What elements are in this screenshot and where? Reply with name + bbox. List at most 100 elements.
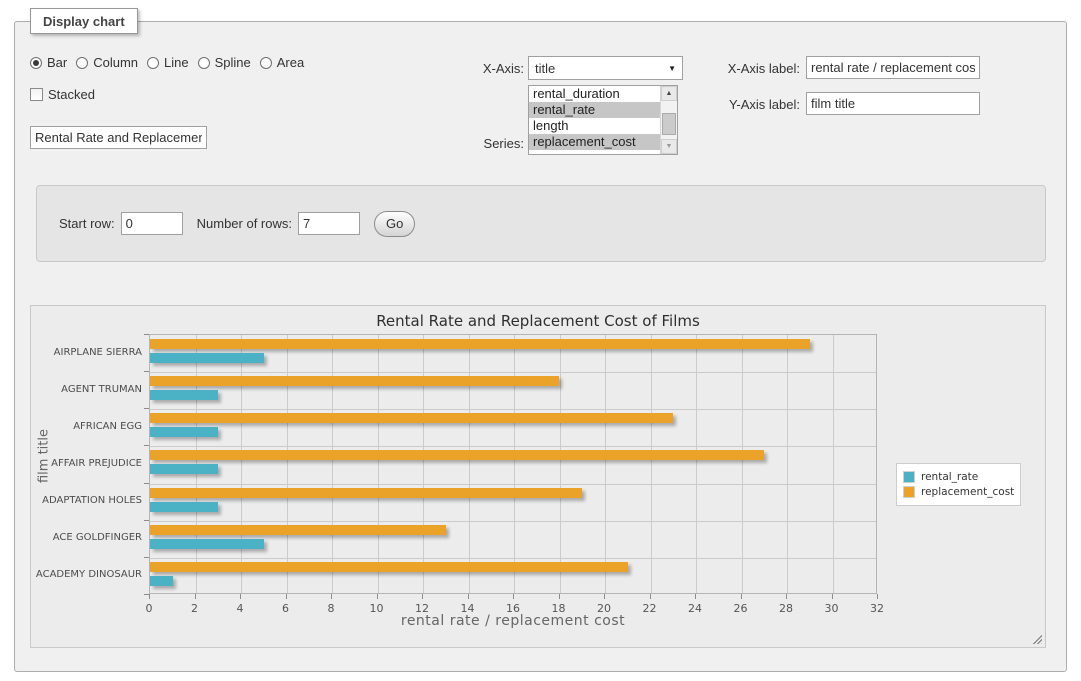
bar-replacement_cost [150, 376, 559, 386]
go-button[interactable]: Go [374, 211, 415, 237]
legend-item-replacement_cost: replacement_cost [903, 486, 1014, 498]
vertical-gridline [423, 335, 424, 593]
x-tick-label: 20 [589, 602, 619, 615]
num-rows-input[interactable] [298, 212, 360, 235]
x-axis-tick [195, 594, 196, 599]
chart-container: Rental Rate and Replacement Cost of Film… [30, 305, 1046, 648]
radio-line[interactable]: Line [147, 55, 189, 70]
x-axis-tick [832, 594, 833, 599]
horizontal-gridline [150, 446, 876, 447]
x-tick-label: 16 [498, 602, 528, 615]
horizontal-gridline [150, 558, 876, 559]
bar-replacement_cost [150, 339, 810, 349]
vertical-gridline [378, 335, 379, 593]
chart-type-radio-group: Bar Column Line Spline Area [30, 55, 313, 70]
rows-panel: Start row: Number of rows: Go [36, 185, 1046, 262]
series-listbox[interactable]: rental_durationrental_ratelengthreplacem… [528, 85, 678, 155]
category-label: AFFAIR PREJUDICE [31, 458, 142, 470]
vertical-gridline [742, 335, 743, 593]
y-axis-caption-input[interactable] [806, 92, 980, 115]
x-tick-label: 10 [362, 602, 392, 615]
x-tick-label: 12 [407, 602, 437, 615]
x-axis-label: X-Axis: [424, 61, 524, 76]
bar-rental_rate [150, 464, 218, 474]
y-axis-tick [144, 557, 149, 558]
x-axis-tick [877, 594, 878, 599]
bar-rental_rate [150, 353, 264, 363]
bar-replacement_cost [150, 413, 673, 423]
legend-swatch-icon [903, 471, 915, 483]
bar-rental_rate [150, 502, 218, 512]
x-axis-tick [240, 594, 241, 599]
bar-replacement_cost [150, 450, 764, 460]
radio-area[interactable]: Area [260, 55, 304, 70]
y-axis-tick [144, 408, 149, 409]
scroll-down-icon[interactable]: ▼ [661, 139, 677, 154]
stacked-checkbox[interactable] [30, 88, 43, 101]
resize-grip-icon[interactable] [1031, 633, 1042, 644]
legend-label: replacement_cost [921, 486, 1014, 498]
series-option-rental_rate[interactable]: rental_rate [529, 102, 660, 118]
vertical-gridline [651, 335, 652, 593]
scrollbar-thumb[interactable] [662, 113, 676, 135]
x-axis-tick [650, 594, 651, 599]
horizontal-gridline [150, 372, 876, 373]
chevron-down-icon: ▼ [668, 64, 676, 73]
chart-title: Rental Rate and Replacement Cost of Film… [31, 312, 1045, 330]
vertical-gridline [287, 335, 288, 593]
series-label: Series: [424, 136, 524, 151]
chart-y-axis-title: film title [37, 429, 52, 483]
x-axis-select[interactable]: title ▼ [528, 56, 683, 80]
x-axis-tick [695, 594, 696, 599]
x-tick-label: 0 [134, 602, 164, 615]
category-label: ACADEMY DINOSAUR [31, 569, 142, 581]
vertical-gridline [469, 335, 470, 593]
radio-bar[interactable]: Bar [30, 55, 67, 70]
category-label: AFRICAN EGG [31, 421, 142, 433]
x-axis-tick [149, 594, 150, 599]
horizontal-gridline [150, 409, 876, 410]
radio-label: Area [277, 55, 304, 70]
stacked-label: Stacked [48, 87, 95, 102]
x-axis-tick [559, 594, 560, 599]
x-tick-label: 18 [544, 602, 574, 615]
category-label: ACE GOLDFINGER [31, 532, 142, 544]
series-option-length[interactable]: length [529, 118, 660, 134]
category-label: ADAPTATION HOLES [31, 495, 142, 507]
series-option-rental_duration[interactable]: rental_duration [529, 86, 660, 102]
chart-title-input[interactable] [30, 126, 207, 149]
fieldset-legend: Display chart [30, 8, 138, 34]
scroll-up-icon[interactable]: ▲ [661, 86, 677, 101]
listbox-scrollbar[interactable]: ▲ ▼ [660, 86, 677, 154]
bar-replacement_cost [150, 488, 582, 498]
x-axis-tick [377, 594, 378, 599]
bar-rental_rate [150, 390, 218, 400]
legend-label: rental_rate [921, 471, 978, 483]
radio-circle-icon [30, 57, 42, 69]
x-axis-tick [741, 594, 742, 599]
x-tick-label: 28 [771, 602, 801, 615]
legend-item-rental_rate: rental_rate [903, 471, 1014, 483]
start-row-input[interactable] [121, 212, 183, 235]
series-options: rental_durationrental_ratelengthreplacem… [529, 86, 660, 154]
x-axis-caption-input[interactable] [806, 56, 980, 79]
bar-rental_rate [150, 427, 218, 437]
horizontal-gridline [150, 521, 876, 522]
vertical-gridline [833, 335, 834, 593]
x-axis-tick [513, 594, 514, 599]
x-axis-caption-label: X-Axis label: [700, 61, 800, 76]
bar-replacement_cost [150, 562, 628, 572]
chart-x-axis-title: rental rate / replacement cost [149, 613, 877, 629]
radio-label: Column [93, 55, 138, 70]
y-axis-caption-label: Y-Axis label: [700, 97, 800, 112]
y-axis-tick [144, 445, 149, 446]
radio-column[interactable]: Column [76, 55, 138, 70]
x-axis-tick [468, 594, 469, 599]
x-tick-label: 6 [271, 602, 301, 615]
y-axis-tick [144, 520, 149, 521]
bar-rental_rate [150, 539, 264, 549]
radio-spline[interactable]: Spline [198, 55, 251, 70]
x-tick-label: 14 [453, 602, 483, 615]
x-axis-tick [604, 594, 605, 599]
series-option-replacement_cost[interactable]: replacement_cost [529, 134, 660, 150]
